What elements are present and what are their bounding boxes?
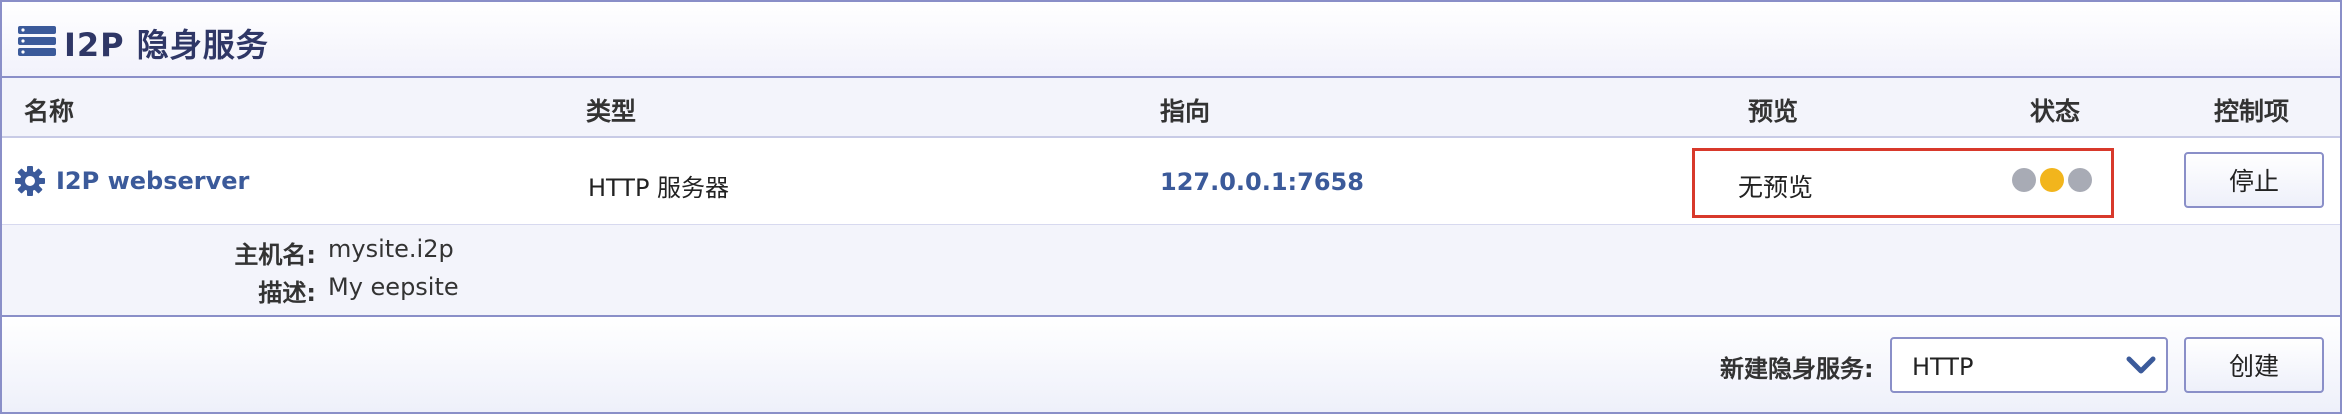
column-header-target: 指向 [1160, 97, 1211, 126]
hostname-value: mysite.i2p [328, 235, 454, 263]
service-name-link[interactable]: I2P webserver [56, 167, 249, 195]
service-type-select[interactable]: HTTP [1890, 337, 2168, 393]
description-label: 描述: [258, 279, 316, 307]
description-value: My eepsite [328, 273, 459, 301]
chevron-down-icon [2126, 356, 2156, 374]
service-details: 主机名: mysite.i2p 描述: My eepsite [2, 225, 2340, 317]
service-type-select-value: HTTP [1912, 353, 1974, 381]
i2p-hidden-services-panel: I2P 隐身服务 名称 类型 指向 预览 状态 控制项 I2P webserve… [0, 0, 2342, 414]
table-header: 名称 类型 指向 预览 状态 控制项 [2, 78, 2340, 138]
highlight-box [1692, 148, 2114, 218]
new-service-label: 新建隐身服务: [1720, 355, 1874, 383]
stop-button[interactable]: 停止 [2184, 152, 2324, 208]
service-type: HTTP 服务器 [588, 174, 730, 202]
server-stack-icon [18, 26, 56, 56]
create-button[interactable]: 创建 [2184, 337, 2324, 393]
column-header-type: 类型 [586, 97, 637, 126]
hostname-label: 主机名: [234, 241, 316, 269]
gear-icon[interactable] [14, 165, 46, 197]
panel-title: I2P 隐身服务 [64, 26, 269, 64]
column-header-controls: 控制项 [2214, 97, 2290, 126]
new-service-bar: 新建隐身服务: HTTP 创建 [2, 317, 2340, 412]
column-header-name: 名称 [24, 97, 75, 126]
column-header-status: 状态 [2030, 97, 2081, 126]
panel-header: I2P 隐身服务 [2, 2, 2340, 78]
service-target-link[interactable]: 127.0.0.1:7658 [1160, 168, 1364, 196]
column-header-preview: 预览 [1748, 97, 1799, 126]
